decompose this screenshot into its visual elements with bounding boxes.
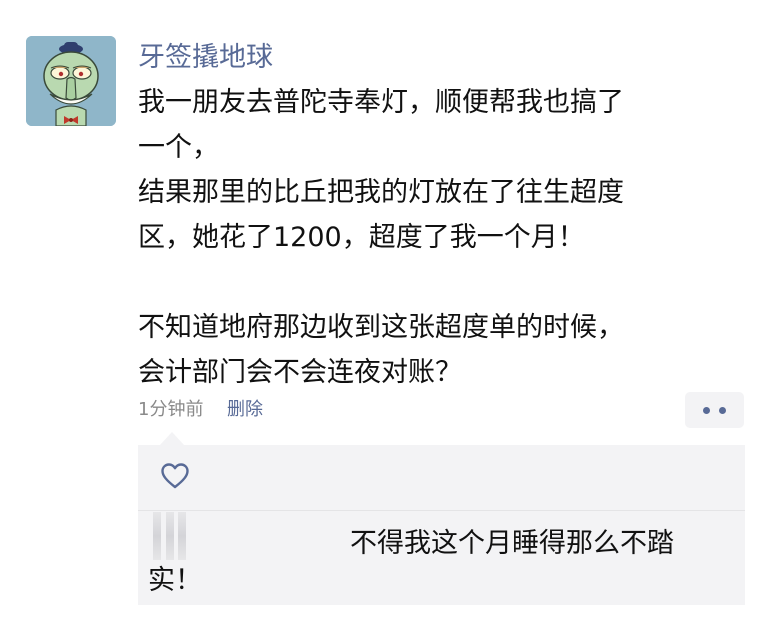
avatar[interactable]: [26, 36, 116, 126]
post-timestamp: 1分钟前: [138, 399, 204, 420]
comment-text: 不得我这个月睡得那么不踏: [350, 528, 674, 559]
heart-outline-icon[interactable]: [161, 463, 189, 489]
post-blank-line: [138, 260, 698, 305]
post-line: 区，她花了1200，超度了我一个月！: [138, 222, 585, 253]
squidward-avatar-icon: [26, 36, 116, 126]
image-artifact: [153, 512, 161, 560]
delete-link[interactable]: 删除: [227, 396, 263, 424]
more-dots-icon: [719, 406, 726, 414]
post-line: 我一朋友去普陀寺奉灯，顺便帮我也搞了: [138, 87, 624, 118]
comment-pointer: [160, 432, 184, 445]
image-artifact: [178, 512, 186, 560]
image-artifact: [166, 512, 174, 560]
comment-text: 实！: [148, 565, 202, 596]
post-content: 我一朋友去普陀寺奉灯，顺便帮我也搞了 一个， 结果那里的比丘把我的灯放在了往生超…: [138, 80, 698, 395]
author-name[interactable]: 牙签撬地球: [138, 38, 273, 78]
more-dots-icon: [703, 406, 710, 414]
post-line: 不知道地府那边收到这张超度单的时候，: [138, 312, 624, 343]
post-line: 会计部门会不会连夜对账？: [138, 357, 462, 388]
post-line: 一个，: [138, 132, 219, 163]
more-options-button[interactable]: [685, 392, 744, 428]
post-line: 结果那里的比丘把我的灯放在了往生超度: [138, 177, 624, 208]
comment-divider: [138, 510, 745, 511]
